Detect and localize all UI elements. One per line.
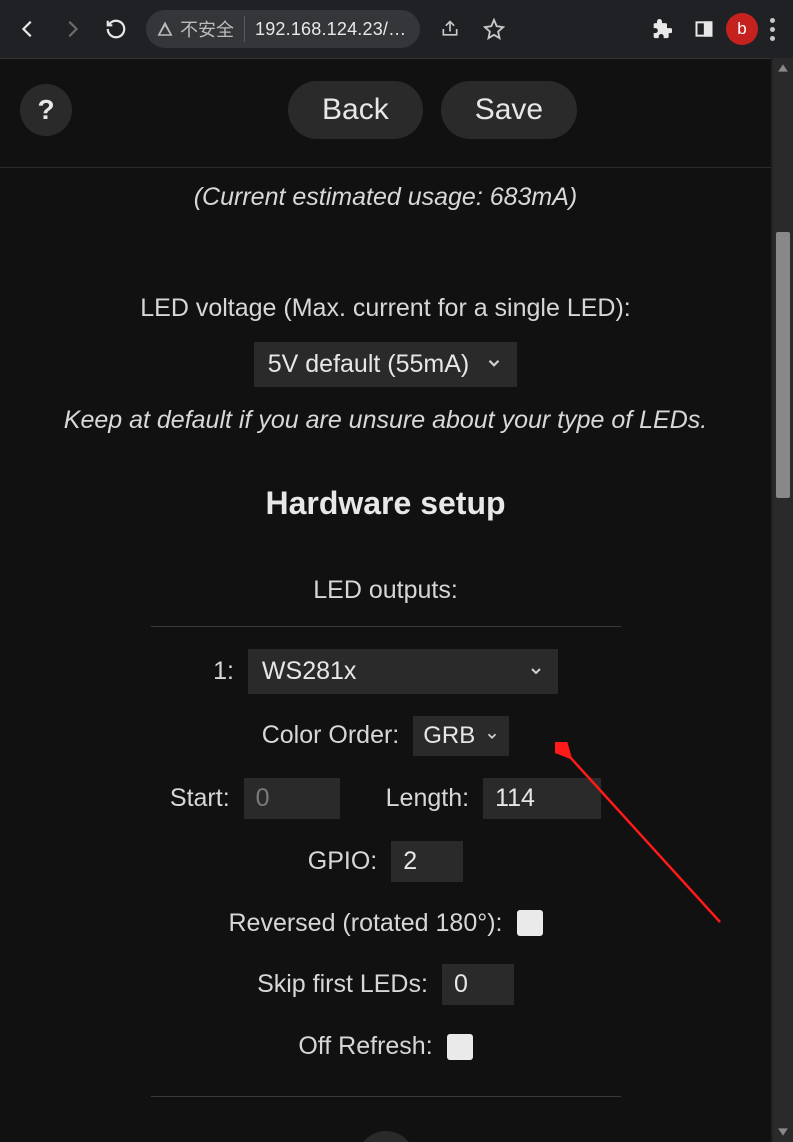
separator — [151, 1096, 621, 1097]
address-bar[interactable]: 不安全 192.168.124.23/… — [146, 10, 420, 48]
back-button[interactable]: Back — [288, 81, 423, 139]
skip-label: Skip first LEDs: — [257, 965, 428, 1004]
reversed-row: Reversed (rotated 180°): — [16, 904, 755, 943]
kebab-menu-icon[interactable] — [760, 18, 785, 41]
start-input[interactable] — [244, 778, 340, 819]
browser-toolbar: 不安全 192.168.124.23/… b — [0, 0, 793, 58]
led-voltage-select[interactable]: 5V default (55mA) — [254, 342, 518, 387]
led-outputs-label: LED outputs: — [16, 571, 755, 610]
insecure-label: 不安全 — [180, 16, 234, 42]
save-button[interactable]: Save — [441, 81, 577, 139]
chevron-down-icon — [485, 722, 499, 750]
reload-icon[interactable] — [96, 9, 136, 49]
length-label: Length: — [386, 779, 469, 818]
help-button[interactable]: ? — [20, 84, 72, 136]
start-length-row: Start: Length: — [16, 778, 755, 819]
bookmark-star-icon[interactable] — [474, 9, 514, 49]
color-order-select[interactable]: GRB — [413, 716, 509, 756]
gpio-row: GPIO: — [16, 841, 755, 882]
chevron-down-icon — [485, 350, 503, 379]
off-refresh-checkbox[interactable] — [447, 1034, 473, 1060]
color-order-value: GRB — [423, 722, 475, 750]
start-label: Start: — [170, 779, 230, 818]
skip-row: Skip first LEDs: — [16, 964, 755, 1005]
url-text: 192.168.124.23/… — [255, 19, 406, 40]
led-type-row: 1: WS281x — [16, 649, 755, 694]
share-icon[interactable] — [430, 9, 470, 49]
panel-icon[interactable] — [684, 9, 724, 49]
color-order-label: Color Order: — [262, 716, 400, 755]
led-voltage-label: LED voltage (Max. current for a single L… — [16, 289, 755, 328]
scroll-up-icon[interactable] — [777, 62, 789, 74]
content-area: (Current estimated usage: 683mA) LED vol… — [0, 168, 771, 1142]
page-body: ? Back Save (Current estimated usage: 68… — [0, 58, 771, 1142]
skip-input[interactable] — [442, 964, 514, 1005]
page-toolbar: ? Back Save — [0, 59, 771, 168]
led-voltage-value: 5V default (55mA) — [268, 350, 470, 379]
add-output-button[interactable]: + — [357, 1131, 415, 1142]
row-index-label: 1: — [213, 652, 234, 691]
led-chip-value: WS281x — [262, 657, 356, 686]
hardware-setup-heading: Hardware setup — [16, 479, 755, 529]
reversed-label: Reversed (rotated 180°): — [228, 904, 502, 943]
gpio-input[interactable] — [391, 841, 463, 882]
off-refresh-row: Off Refresh: — [16, 1027, 755, 1066]
reversed-checkbox[interactable] — [517, 910, 543, 936]
scrollbar-thumb[interactable] — [776, 232, 790, 498]
scrollbar-track[interactable] — [773, 58, 793, 1142]
gpio-label: GPIO: — [308, 842, 377, 881]
back-icon[interactable] — [8, 9, 48, 49]
off-refresh-label: Off Refresh: — [298, 1027, 432, 1066]
length-input[interactable] — [483, 778, 601, 819]
led-chip-select[interactable]: WS281x — [248, 649, 558, 694]
color-order-row: Color Order: GRB — [16, 716, 755, 756]
chevron-down-icon — [528, 657, 544, 686]
separator — [151, 626, 621, 627]
scroll-down-icon[interactable] — [777, 1126, 789, 1138]
estimated-usage-text: (Current estimated usage: 683mA) — [16, 178, 755, 217]
voltage-hint-text: Keep at default if you are unsure about … — [16, 401, 755, 440]
forward-icon[interactable] — [52, 9, 92, 49]
profile-avatar[interactable]: b — [726, 13, 758, 45]
viewport: ? Back Save (Current estimated usage: 68… — [0, 58, 793, 1142]
insecure-badge: 不安全 — [156, 16, 245, 42]
extensions-icon[interactable] — [642, 9, 682, 49]
